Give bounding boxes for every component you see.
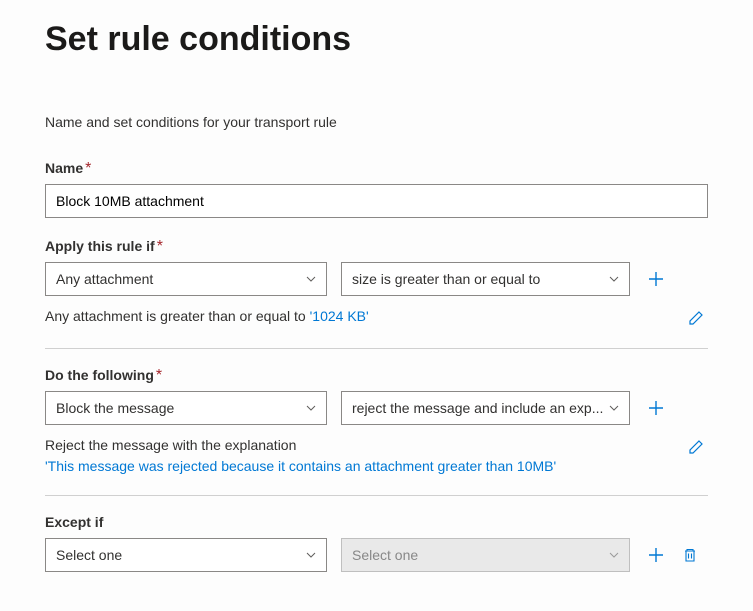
divider [45,348,708,349]
trash-icon [682,547,698,563]
apply-if-label: Apply this rule if [45,238,155,254]
do-following-select-1[interactable]: Block the message [45,391,327,425]
select-value: Select one [56,547,122,563]
apply-if-value-link[interactable]: '1024 KB' [310,308,369,324]
delete-exception-button[interactable] [678,543,702,567]
except-if-select-1[interactable]: Select one [45,538,327,572]
name-input[interactable] [45,184,708,218]
apply-if-select-2[interactable]: size is greater than or equal to [341,262,630,296]
do-following-summary: Reject the message with the explanation … [45,435,684,477]
except-if-select-2: Select one [341,538,630,572]
select-value: size is greater than or equal to [352,271,540,287]
select-value: Block the message [56,400,174,416]
pencil-icon [688,439,704,455]
edit-apply-if-button[interactable] [684,306,708,330]
add-condition-button[interactable] [644,267,668,291]
edit-do-following-button[interactable] [684,435,708,459]
page-subtitle: Name and set conditions for your transpo… [45,114,708,130]
do-following-select-2[interactable]: reject the message and include an exp... [341,391,630,425]
except-if-label: Except if [45,514,103,530]
do-following-group: Do the following* Block the message reje… [45,367,708,477]
plus-icon [647,546,665,564]
do-following-label: Do the following [45,367,154,383]
divider [45,495,708,496]
plus-icon [647,270,665,288]
apply-if-select-1[interactable]: Any attachment [45,262,327,296]
select-value: Any attachment [56,271,153,287]
select-value: Select one [352,547,418,563]
add-action-button[interactable] [644,396,668,420]
apply-if-group: Apply this rule if* Any attachment size … [45,238,708,330]
page-title: Set rule conditions [45,20,708,59]
required-indicator: * [156,367,162,384]
except-if-group: Except if Select one Select one [45,514,708,572]
add-exception-button[interactable] [644,543,668,567]
name-field-group: Name* [45,160,708,218]
do-following-value-link[interactable]: 'This message was rejected because it co… [45,458,556,474]
name-label: Name [45,160,83,176]
pencil-icon [688,310,704,326]
apply-if-summary: Any attachment is greater than or equal … [45,306,684,327]
required-indicator: * [85,160,91,177]
required-indicator: * [157,238,163,255]
plus-icon [647,399,665,417]
select-value: reject the message and include an exp... [352,400,603,416]
